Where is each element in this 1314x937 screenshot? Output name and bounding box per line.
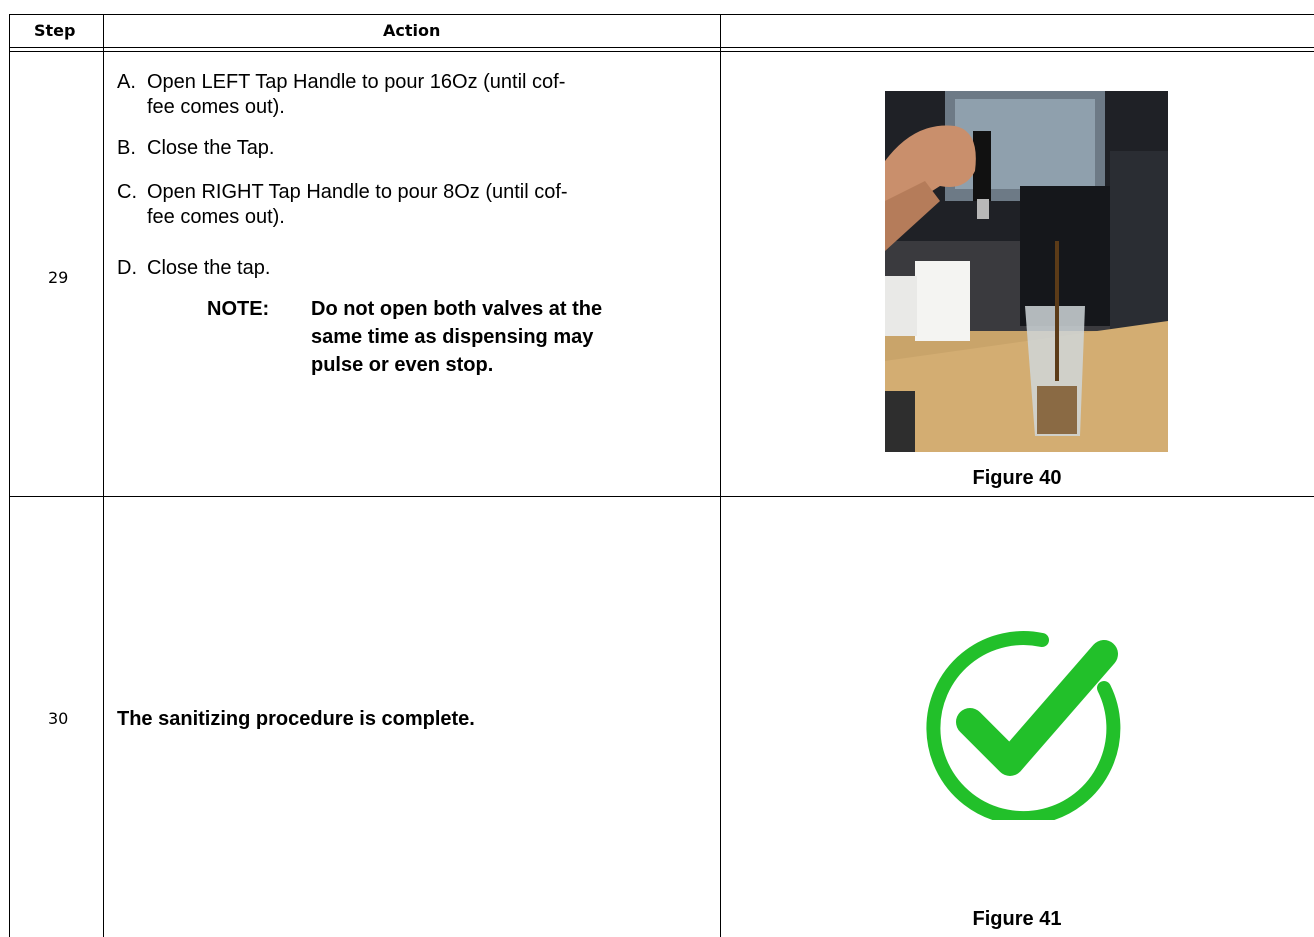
header-bottom-border [9, 47, 1314, 48]
header-top-border [9, 14, 1314, 15]
figure-caption: Figure 41 [972, 908, 1062, 930]
item-label: D. [117, 257, 137, 279]
step-number: 30 [48, 709, 69, 728]
row-divider [9, 496, 1314, 497]
item-text: Close the Tap. [147, 137, 275, 159]
checkmark-circle-icon [922, 630, 1122, 826]
item-text: Close the tap. [147, 257, 271, 279]
completion-text: The sanitizing procedure is complete. [117, 708, 475, 730]
note-label: NOTE: [207, 298, 270, 320]
figure-caption: Figure 40 [972, 467, 1062, 489]
list-item: A. Open LEFT Tap Handle to pour 16Oz (unt… [117, 70, 717, 120]
note-text: Do not open both valves at the [311, 298, 603, 320]
note-block: NOTE: Do not open both valves at the same… [207, 295, 707, 379]
column-divider-action [720, 14, 721, 937]
list-item: C. Open RIGHT Tap Handle to pour 8Oz (unt… [117, 180, 717, 230]
item-text: Open LEFT Tap Handle to pour 16Oz (until… [147, 71, 566, 93]
note-text: same time as dispensing may [311, 326, 594, 348]
item-text: Open RIGHT Tap Handle to pour 8Oz (until… [147, 181, 568, 203]
list-item: B. Close the Tap. [117, 136, 717, 161]
header-bottom-border-double [9, 51, 1314, 52]
item-label: A. [117, 71, 136, 93]
note-text: pulse or even stop. [311, 354, 494, 376]
item-text-continued: fee comes out). [147, 96, 285, 118]
header-action: Action [383, 21, 441, 40]
column-divider-step [103, 14, 104, 937]
header-step: Step [34, 21, 76, 40]
item-label: B. [117, 137, 136, 159]
list-item: D. Close the tap. [117, 256, 717, 281]
step-number: 29 [48, 268, 69, 287]
item-text-continued: fee comes out). [147, 206, 285, 228]
coffee-dispenser-photo [885, 91, 1168, 452]
table-border-left [9, 14, 10, 937]
item-label: C. [117, 181, 137, 203]
